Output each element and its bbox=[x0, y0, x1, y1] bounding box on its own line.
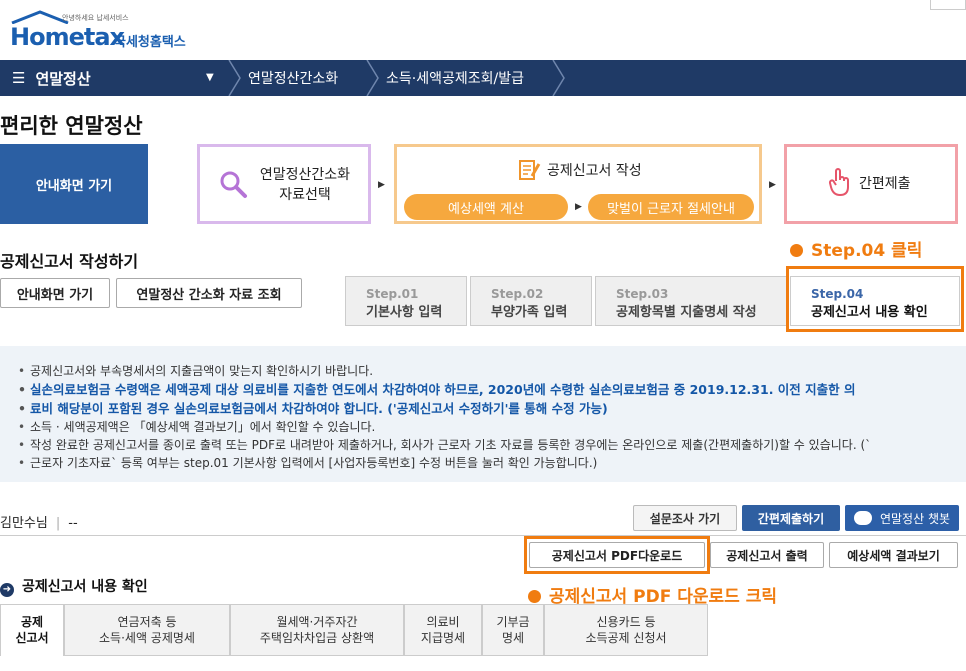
card-label: 간편제출 bbox=[859, 176, 911, 192]
notice-box: 공제신고서와 부속명세서의 지출금액이 맞는지 확인하시기 바랍니다. 실손의료… bbox=[0, 346, 966, 482]
magnifier-icon bbox=[220, 171, 247, 198]
print-button[interactable]: 공제신고서 출력 bbox=[710, 542, 824, 568]
notice-text: 료비 해당분이 포함된 경우 실손의료보험금에서 차감하여야 합니다. ('공제… bbox=[30, 401, 608, 416]
step-label: 기본사항 입력 bbox=[366, 305, 443, 320]
tab-label: 연금저축 등 bbox=[117, 615, 177, 629]
step04-click-note: Step.04 클릭 bbox=[790, 236, 922, 261]
navigation-bar: ☰ 연말정산 ▼ 연말정산간소화 소득·세액공제조회/발급 bbox=[0, 60, 966, 96]
expected-tax-calc-button[interactable]: 예상세액 계산 bbox=[404, 194, 568, 220]
tab-label: 신용카드 등 bbox=[596, 615, 656, 629]
breadcrumb-item[interactable]: 연말정산간소화 bbox=[248, 60, 338, 96]
simplified-data-card[interactable]: 연말정산간소화 자료선택 bbox=[197, 144, 371, 224]
tab-label: 기부금 bbox=[496, 615, 530, 629]
tab-rent[interactable]: 월세액·거주자간주택임차차입금 상환액 bbox=[230, 604, 404, 656]
step03-tab[interactable]: Step.03 공제항목별 지출명세 작성 bbox=[595, 276, 787, 326]
tab-label: 의료비 bbox=[426, 615, 460, 629]
quick-submit-button[interactable]: 간편제출하기 bbox=[742, 505, 840, 531]
flow-arrow-icon: ▶ bbox=[769, 180, 776, 190]
tab-donation[interactable]: 기부금명세 bbox=[482, 604, 544, 656]
user-suffix: 님 bbox=[35, 516, 48, 531]
guide-screen-button-2[interactable]: 안내화면 가기 bbox=[0, 278, 110, 308]
hamburger-icon: ☰ bbox=[12, 69, 26, 87]
caret-down-icon: ▼ bbox=[206, 72, 214, 83]
breadcrumb-separator-icon bbox=[366, 60, 379, 96]
card-title: 공제신고서 작성 bbox=[547, 163, 642, 179]
notice-line-important: 실손의료보험금 수령액은 세액공제 대상 의료비를 지출한 연도에서 차감하여야… bbox=[18, 380, 936, 399]
header-corner bbox=[930, 0, 966, 10]
card-label: 연말정산간소화 bbox=[259, 167, 351, 183]
chatbot-label: 연말정산 챗봇 bbox=[879, 511, 951, 526]
tab-label: 월세액·거주자간 bbox=[276, 615, 358, 629]
chatbot-button[interactable]: 연말정산 챗봇 bbox=[845, 505, 959, 531]
step-number: Step.02 bbox=[491, 287, 544, 301]
confirm-section-title: ➜ 공제신고서 내용 확인 bbox=[0, 576, 148, 597]
dual-income-guide-button[interactable]: 맞벌이 근로자 절세안내 bbox=[588, 194, 754, 220]
chatbot-icon bbox=[853, 511, 872, 525]
breadcrumb-item[interactable]: 소득·세액공제조회/발급 bbox=[386, 60, 524, 96]
guide-screen-button[interactable]: 안내화면 가기 bbox=[0, 144, 148, 224]
nav-menu-button[interactable]: ☰ 연말정산 ▼ bbox=[0, 60, 228, 96]
hand-pointer-icon bbox=[828, 168, 849, 197]
step02-tab[interactable]: Step.02 부양가족 입력 bbox=[470, 276, 592, 326]
nav-menu-label: 연말정산 bbox=[35, 69, 91, 88]
section-title: 공제신고서 작성하기 bbox=[0, 252, 139, 271]
user-value: -- bbox=[68, 516, 78, 531]
divider: | bbox=[55, 516, 61, 531]
user-info: 김만수님 | -- bbox=[0, 512, 78, 531]
tab-deduction-form[interactable]: 공제신고서 bbox=[0, 604, 64, 656]
orange-dot-icon bbox=[790, 244, 803, 257]
tab-label: 주택임차차입금 상환액 bbox=[259, 631, 375, 645]
arrow-circle-icon: ➜ bbox=[0, 583, 14, 597]
step-note-text: Step.04 클릭 bbox=[811, 241, 923, 261]
user-name: 김만수 bbox=[0, 516, 36, 531]
notice-line-cont: 근로자 기초자료` 등록 여부는 step.01 기본사항 입력에서 [사업자등… bbox=[18, 454, 936, 472]
page-title: 편리한 연말정산 bbox=[0, 114, 143, 138]
logo-korean: 국세청홈택스 bbox=[114, 35, 186, 50]
tab-credit-card[interactable]: 신용카드 등소득공제 신청서 bbox=[544, 604, 708, 656]
card-label: 자료선택 bbox=[279, 187, 331, 203]
hometax-logo[interactable]: 안녕하세요 납세서비스 Hometax 국세청홈택스 bbox=[10, 10, 200, 52]
tab-label: 소득·세액 공제명세 bbox=[99, 631, 195, 645]
step-label: 공제항목별 지출명세 작성 bbox=[616, 305, 757, 320]
notice-line: 소득 · 세액공제액은 「예상세액 결과보기」에서 확인할 수 있습니다. bbox=[18, 418, 936, 436]
notice-line: 공제신고서와 부속명세서의 지출금액이 맞는지 확인하시기 바랍니다. bbox=[18, 362, 936, 380]
logo-wordmark: Hometax bbox=[10, 23, 125, 51]
tab-label: 소득공제 신청서 bbox=[585, 631, 667, 645]
divider-line bbox=[0, 535, 966, 536]
notice-line-important: 료비 해당분이 포함된 경우 실손의료보험금에서 차감하여야 합니다. ('공제… bbox=[18, 399, 936, 418]
breadcrumb-separator-icon bbox=[552, 60, 565, 96]
document-pencil-icon bbox=[519, 160, 541, 180]
tab-label: 공제 bbox=[20, 615, 44, 629]
notice-text: 근로자 기초자료` 등록 여부는 step.01 기본사항 입력에서 [사업자등… bbox=[30, 456, 598, 470]
orange-dot-icon bbox=[528, 590, 541, 603]
pdf-highlight-box bbox=[524, 536, 710, 574]
quick-submit-card[interactable]: 간편제출 bbox=[784, 144, 958, 224]
notice-line: 작성 완료한 공제신고서를 종이로 출력 또는 PDF로 내려받아 제출하거나,… bbox=[18, 436, 936, 454]
flow-arrow-icon: ▶ bbox=[575, 202, 582, 212]
notice-text: 실손의료보험금 수령액은 세액공제 대상 의료비를 지출한 연도에서 차감하여야… bbox=[30, 382, 856, 397]
step-label: 부양가족 입력 bbox=[491, 305, 568, 320]
breadcrumb-separator-icon bbox=[228, 60, 241, 96]
step01-tab[interactable]: Step.01 기본사항 입력 bbox=[345, 276, 467, 326]
header: 안녕하세요 납세서비스 Hometax 국세청홈택스 bbox=[0, 0, 966, 62]
step-number: Step.01 bbox=[366, 287, 419, 301]
flow-arrow-icon: ▶ bbox=[378, 180, 385, 190]
expected-tax-result-button[interactable]: 예상세액 결과보기 bbox=[829, 542, 958, 568]
survey-button[interactable]: 설문조사 가기 bbox=[633, 505, 737, 531]
logo-tagline: 안녕하세요 납세서비스 bbox=[62, 14, 129, 22]
simplified-data-lookup-button[interactable]: 연말정산 간소화 자료 조회 bbox=[116, 278, 302, 308]
tab-label: 명세 bbox=[501, 631, 525, 645]
confirm-title-text: 공제신고서 내용 확인 bbox=[22, 579, 148, 595]
tab-medical[interactable]: 의료비지급명세 bbox=[404, 604, 482, 656]
tab-label: 지급명세 bbox=[420, 631, 466, 645]
step-number: Step.03 bbox=[616, 287, 669, 301]
tab-pension-savings[interactable]: 연금저축 등소득·세액 공제명세 bbox=[64, 604, 230, 656]
step04-highlight-box bbox=[786, 266, 964, 332]
tab-label: 신고서 bbox=[15, 631, 49, 645]
